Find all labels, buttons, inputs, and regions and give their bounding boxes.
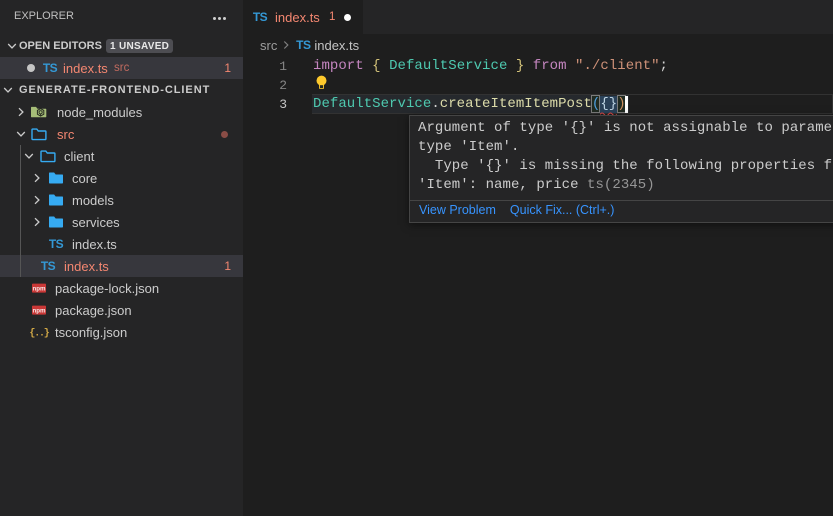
- svg-text:npm: npm: [32, 307, 46, 314]
- svg-text:npm: npm: [32, 285, 46, 292]
- svg-text:{..}: {..}: [29, 328, 49, 340]
